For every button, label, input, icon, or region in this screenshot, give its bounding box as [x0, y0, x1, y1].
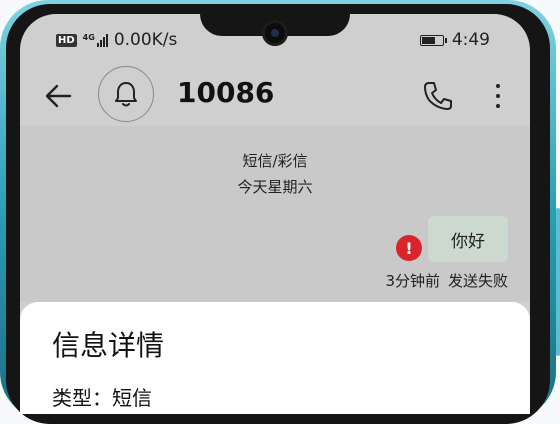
type-label: 类型：: [52, 386, 112, 410]
message-time: 3分钟前: [385, 272, 440, 290]
contact-title: 10086: [177, 76, 275, 109]
send-status: 发送失败: [447, 272, 508, 290]
conversation-area: 短信/彩信 今天星期六 ! 你好 3分钟前 发送失败: [20, 126, 530, 302]
date-label: 今天星期六: [237, 178, 313, 196]
hd-badge: HD: [56, 33, 77, 47]
status-left: HD 4G 0.00K/s: [56, 30, 177, 50]
details-title: 信息详情: [52, 329, 165, 362]
message-details-sheet: 信息详情 类型： 短信: [20, 302, 530, 414]
camera-icon: [262, 20, 288, 46]
arrow-left-icon: [45, 84, 72, 108]
call-button[interactable]: [420, 78, 456, 114]
conversation-header: 10086: [20, 66, 530, 126]
status-right: 4:49: [419, 30, 490, 50]
network-type: 4G: [82, 33, 95, 42]
message-status: 3分钟前 发送失败: [385, 270, 508, 291]
more-vertical-icon: [496, 84, 500, 88]
details-type-row: 类型： 短信: [52, 382, 152, 411]
notification-toggle-button[interactable]: [98, 66, 154, 122]
bell-icon: [115, 82, 137, 107]
battery-icon: [419, 34, 447, 46]
network-speed: 0.00K/s: [113, 30, 178, 50]
clock: 4:49: [451, 30, 490, 50]
phone-icon: [424, 82, 452, 110]
battery-level: [421, 36, 435, 44]
more-options-button[interactable]: [488, 78, 508, 114]
message-type-label: 短信/彩信: [242, 152, 308, 170]
message-bubble[interactable]: 你好: [428, 216, 508, 262]
signal-icon: 4G: [83, 33, 108, 47]
phone-side-button: [556, 208, 560, 356]
exclamation-icon[interactable]: !: [396, 235, 422, 261]
type-value: 短信: [112, 386, 152, 410]
screen: HD 4G 0.00K/s 4:49 10086 短信/彩信 今天星期六 ! 你…: [20, 14, 530, 414]
back-button[interactable]: [40, 76, 80, 116]
